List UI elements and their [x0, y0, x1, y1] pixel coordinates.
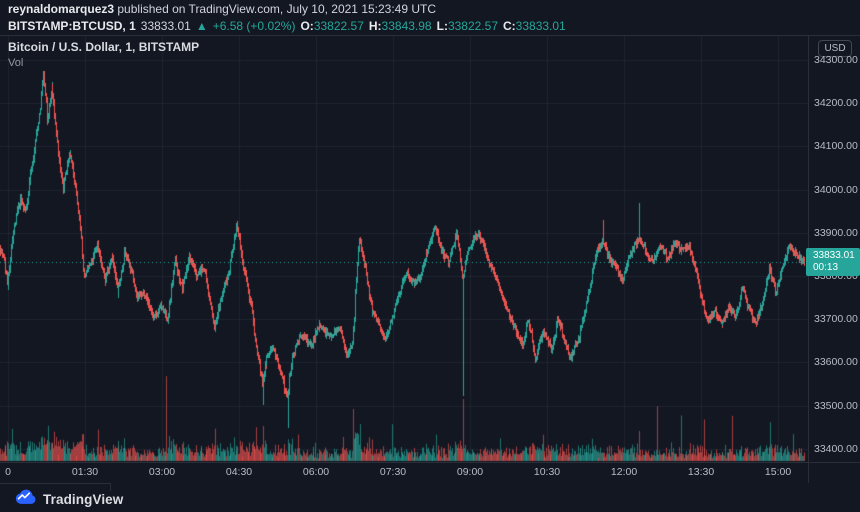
price-axis-label: 34300.00: [814, 53, 858, 67]
price-axis-label: 34100.00: [814, 139, 858, 153]
close-value: 33833.01: [516, 19, 566, 33]
chart-pane: Bitcoin / U.S. Dollar, 1, BITSTAMP Vol: [0, 36, 808, 462]
tradingview-logo-text: TradingView: [43, 492, 123, 507]
time-axis-label: 0: [0, 466, 30, 478]
username: reynaldomarquez3: [8, 2, 114, 16]
time-axis-label: 10:30: [525, 466, 569, 478]
tradingview-chart-snapshot: reynaldomarquez3 published on TradingVie…: [0, 0, 860, 512]
time-axis-label: 03:00: [140, 466, 184, 478]
time-axis-label: 01:30: [63, 466, 107, 478]
publish-info-bar: reynaldomarquez3 published on TradingVie…: [8, 2, 436, 17]
time-axis-label: 09:00: [448, 466, 492, 478]
high-label: H:: [369, 19, 382, 33]
price-axis-label: 34200.00: [814, 96, 858, 110]
last-price-badge-value: 33833.01: [813, 250, 860, 262]
publish-text: published on TradingView.com, July 10, 2…: [114, 2, 436, 16]
change-arrow-icon: ▲: [196, 19, 208, 33]
time-axis-label: 04:30: [217, 466, 261, 478]
tradingview-cloud-icon: [13, 487, 37, 512]
time-axis-label: 06:00: [294, 466, 338, 478]
price-change: +6.58 (+0.02%): [213, 19, 296, 33]
high-value: 33843.98: [382, 19, 432, 33]
time-axis-label: 15:00: [756, 466, 800, 478]
legend-symbol-title[interactable]: Bitcoin / U.S. Dollar, 1, BITSTAMP: [8, 40, 199, 55]
price-axis-label: 33900.00: [814, 226, 858, 240]
price-axis-label: 33400.00: [814, 442, 858, 456]
time-axis-label: 13:30: [679, 466, 723, 478]
open-label: O:: [300, 19, 313, 33]
price-axis-label: 33500.00: [814, 399, 858, 413]
footer-bar: TradingView: [0, 483, 860, 512]
bar-countdown: 00:13: [813, 262, 860, 274]
last-price-badge: 33833.01 00:13: [806, 248, 860, 276]
legend-volume-label[interactable]: Vol: [8, 56, 199, 70]
close-label: C:: [503, 19, 516, 33]
price-axis[interactable]: USD 34300.0034200.0034100.0034000.003390…: [808, 36, 860, 462]
price-axis-label: 34000.00: [814, 183, 858, 197]
low-value: 33822.57: [448, 19, 498, 33]
price-axis-label: 33600.00: [814, 355, 858, 369]
chart-legend: Bitcoin / U.S. Dollar, 1, BITSTAMP Vol: [8, 40, 199, 70]
price-axis-label: 33700.00: [814, 312, 858, 326]
low-label: L:: [437, 19, 448, 33]
symbol-info-bar: BITSTAMP:BTCUSD, 1 33833.01 ▲ +6.58 (+0.02%…: [8, 19, 566, 34]
last-price: 33833.01: [141, 19, 191, 33]
open-value: 33822.57: [314, 19, 364, 33]
time-axis[interactable]: 0 01:30 03:00 04:30 06:00 07:30 09:00 10:30 12:0…: [0, 462, 860, 483]
symbol-interval: BITSTAMP:BTCUSD, 1: [8, 19, 136, 33]
tradingview-logo-link[interactable]: TradingView: [13, 487, 123, 512]
time-axis-label: 07:30: [371, 466, 415, 478]
footer-corner-line: [0, 483, 111, 484]
time-axis-label: 12:00: [602, 466, 646, 478]
candlestick-chart[interactable]: [0, 36, 808, 462]
